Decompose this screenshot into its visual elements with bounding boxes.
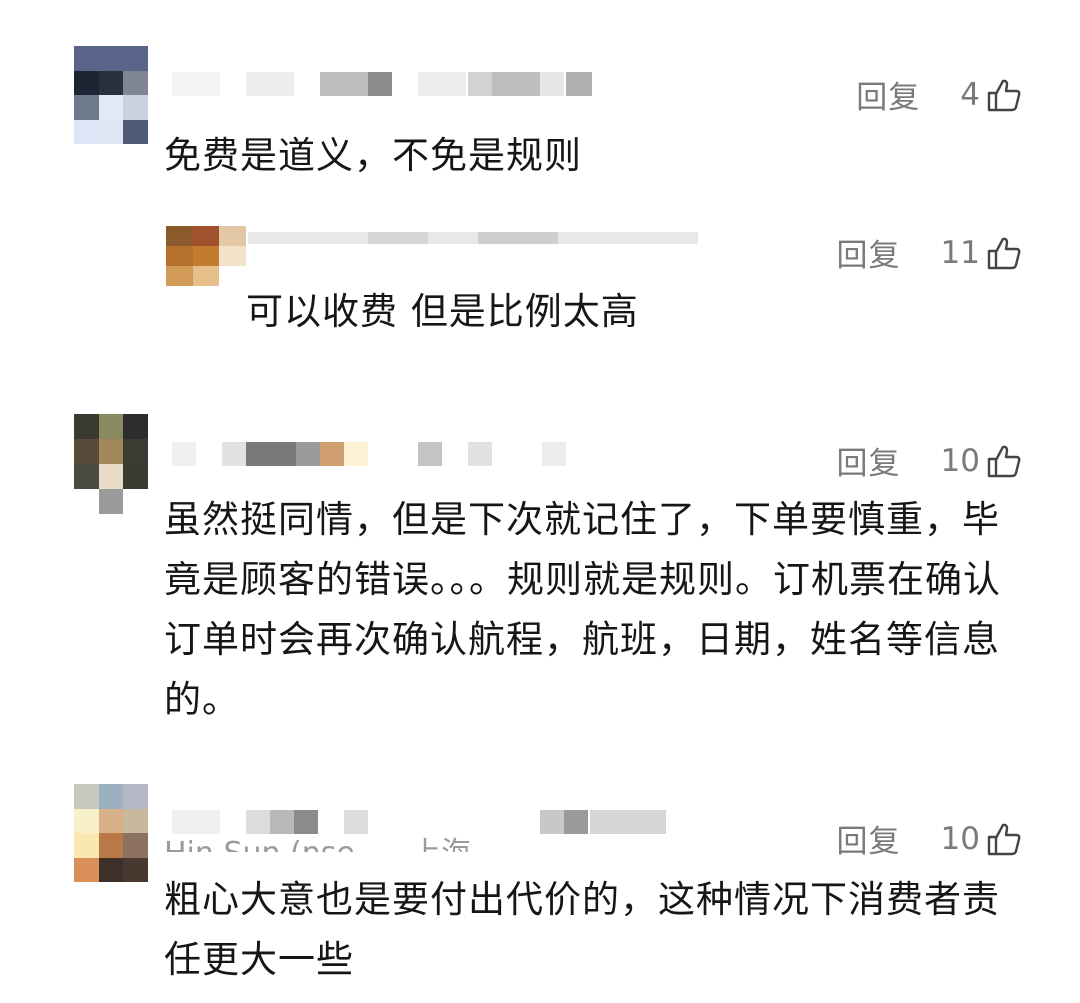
author-location: 上海 (411, 836, 471, 852)
thumbs-up-icon[interactable] (986, 443, 1022, 479)
avatar[interactable] (166, 226, 246, 286)
comment-text: 可以收费 但是比例太高 (246, 290, 639, 333)
comment-actions: 回复 10 (837, 438, 1022, 483)
comment-actions: 回复 4 (856, 72, 1022, 117)
thumbs-up-icon[interactable] (986, 77, 1022, 113)
author-name: Hin Sun (nse... (164, 836, 383, 852)
avatar[interactable] (74, 46, 148, 144)
comment-text: 虽然挺同情，但是下次就记住了，下单要慎重，毕竟是顾客的错误。。。规则就是规则。订… (164, 498, 1001, 721)
like-count: 10 (940, 820, 980, 857)
comment-actions: 回复 11 (837, 230, 1022, 275)
reply-button[interactable]: 回复 (837, 816, 901, 861)
username-blurred[interactable] (248, 232, 698, 246)
thumbs-up-icon[interactable] (986, 821, 1022, 857)
comment-text: 免费是道义，不免是规则 (164, 134, 582, 177)
username-blurred[interactable] (172, 72, 592, 96)
username-blurred[interactable] (172, 442, 572, 466)
reply-button[interactable]: 回复 (856, 72, 920, 117)
comment-item: 回复 4 免费是道义，不免是规则 回复 11 可以收费 但是比例太高 (0, 0, 1080, 333)
author-name-partial[interactable]: Hin Sun (nse... 上海 (164, 830, 664, 852)
reply-button[interactable]: 回复 (837, 230, 901, 275)
like-count: 11 (940, 234, 980, 271)
like-count: 10 (940, 442, 980, 479)
like-count: 4 (960, 76, 980, 113)
thumbs-up-icon[interactable] (986, 235, 1022, 271)
comment-actions: 回复 10 (837, 816, 1022, 861)
avatar[interactable] (74, 784, 148, 882)
avatar[interactable] (74, 414, 148, 514)
comment-text: 粗心大意也是要付出代价的，这种情况下消费者责任更大一些 (164, 878, 1000, 981)
reply-button[interactable]: 回复 (837, 438, 901, 483)
